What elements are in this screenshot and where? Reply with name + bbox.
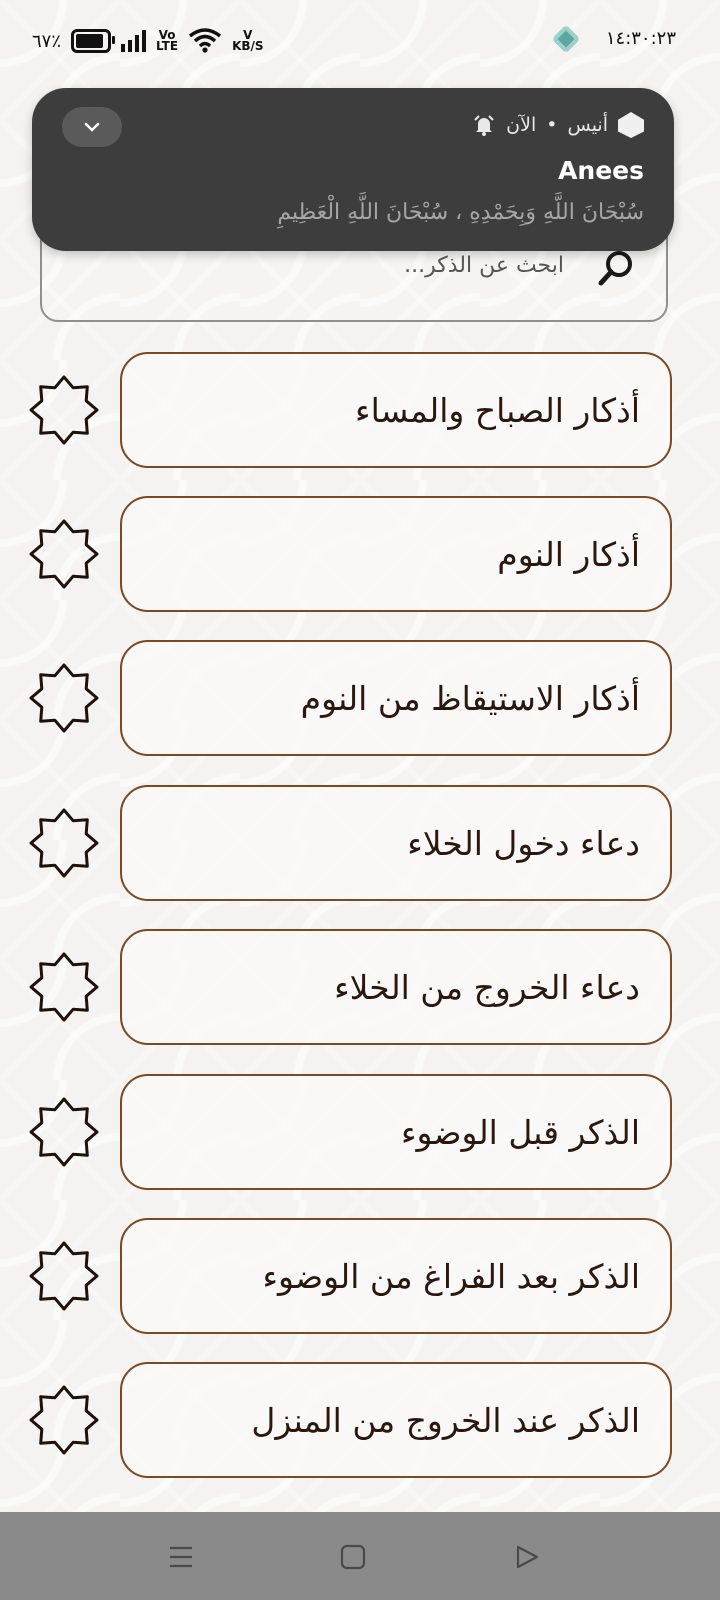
- app-logo-icon: [618, 112, 644, 138]
- home-icon: [340, 1544, 366, 1570]
- azkar-label: دعاء دخول الخلاء: [407, 823, 640, 863]
- search-icon[interactable]: [596, 248, 636, 288]
- list-item[interactable]: دعاء الخروج من الخلاء: [0, 929, 720, 1051]
- notification-card[interactable]: أنيس • الآن Anees سُبْحَانَ اللَّهِ وَبِ…: [32, 88, 674, 251]
- azkar-card[interactable]: أذكار النوم: [120, 496, 672, 612]
- menu-icon: [170, 1546, 192, 1568]
- list-item[interactable]: أذكار الاستيقاظ من النوم: [0, 640, 720, 762]
- azkar-label: أذكار النوم: [497, 534, 640, 574]
- azkar-card[interactable]: دعاء الخروج من الخلاء: [120, 929, 672, 1045]
- azkar-label: دعاء الخروج من الخلاء: [334, 967, 640, 1007]
- azkar-card[interactable]: أذكار الاستيقاظ من النوم: [120, 640, 672, 756]
- azkar-label: الذكر قبل الوضوء: [400, 1112, 640, 1152]
- network-speed: V KB/S: [232, 28, 264, 53]
- list-item[interactable]: الذكر قبل الوضوء: [0, 1074, 720, 1196]
- list-item[interactable]: أذكار الصباح والمساء: [0, 352, 720, 474]
- notification-body: سُبْحَانَ اللَّهِ وَبِحَمْدِهِ ، سُبْحَا…: [277, 200, 644, 225]
- battery-percent: ٦٧٪: [32, 30, 62, 52]
- notification-separator: •: [546, 114, 558, 136]
- eight-point-star-icon: [29, 519, 99, 589]
- notification-title: Anees: [558, 156, 644, 185]
- volte-indicator: Vo LTE: [156, 28, 179, 53]
- azkar-label: أذكار الصباح والمساء: [355, 390, 640, 430]
- status-bar: ٦٧٪ Vo LTE V KB/S ١٤:٣٠:٢٣: [0, 0, 720, 86]
- eight-point-star-icon: [29, 375, 99, 445]
- clock: ١٤:٣٠:٢٣: [605, 28, 676, 49]
- azkar-card[interactable]: الذكر قبل الوضوء: [120, 1074, 672, 1190]
- notification-header: أنيس • الآن: [472, 112, 644, 138]
- eight-point-star-icon: [29, 1097, 99, 1167]
- azkar-label: الذكر عند الخروج من المنزل: [251, 1400, 640, 1440]
- azkar-card[interactable]: الذكر بعد الفراغ من الوضوء: [120, 1218, 672, 1334]
- eight-point-star-icon: [29, 1241, 99, 1311]
- azkar-card[interactable]: أذكار الصباح والمساء: [120, 352, 672, 468]
- notification-app-name: أنيس: [567, 114, 608, 136]
- status-right: ١٤:٣٠:٢٣: [551, 24, 676, 53]
- system-nav-bar: [0, 1512, 720, 1600]
- azkar-card[interactable]: دعاء دخول الخلاء: [120, 785, 672, 901]
- azkar-card[interactable]: الذكر عند الخروج من المنزل: [120, 1362, 672, 1478]
- list-item[interactable]: الذكر بعد الفراغ من الوضوء: [0, 1218, 720, 1340]
- list-item[interactable]: دعاء دخول الخلاء: [0, 785, 720, 907]
- back-icon: [516, 1545, 539, 1569]
- eight-point-star-icon: [29, 1385, 99, 1455]
- eight-point-star-icon: [29, 808, 99, 878]
- alarm-bell-icon: [474, 115, 494, 136]
- notification-time: الآن: [506, 114, 537, 136]
- home-button[interactable]: [338, 1542, 368, 1572]
- azkar-label: أذكار الاستيقاظ من النوم: [300, 678, 640, 718]
- expand-button[interactable]: [62, 107, 122, 147]
- eight-point-star-icon: [29, 952, 99, 1022]
- status-left: ٦٧٪ Vo LTE V KB/S: [32, 28, 264, 54]
- back-button[interactable]: [512, 1542, 542, 1572]
- chevron-down-icon: [84, 122, 100, 132]
- recents-button[interactable]: [166, 1542, 196, 1572]
- signal-icon: [121, 30, 147, 52]
- battery-icon: [71, 29, 116, 53]
- app-notification-icon: [551, 24, 581, 53]
- list-item[interactable]: الذكر عند الخروج من المنزل: [0, 1362, 720, 1484]
- list-item[interactable]: أذكار النوم: [0, 496, 720, 618]
- eight-point-star-icon: [29, 663, 99, 733]
- azkar-label: الذكر بعد الفراغ من الوضوء: [262, 1256, 641, 1296]
- wifi-icon: [188, 28, 222, 53]
